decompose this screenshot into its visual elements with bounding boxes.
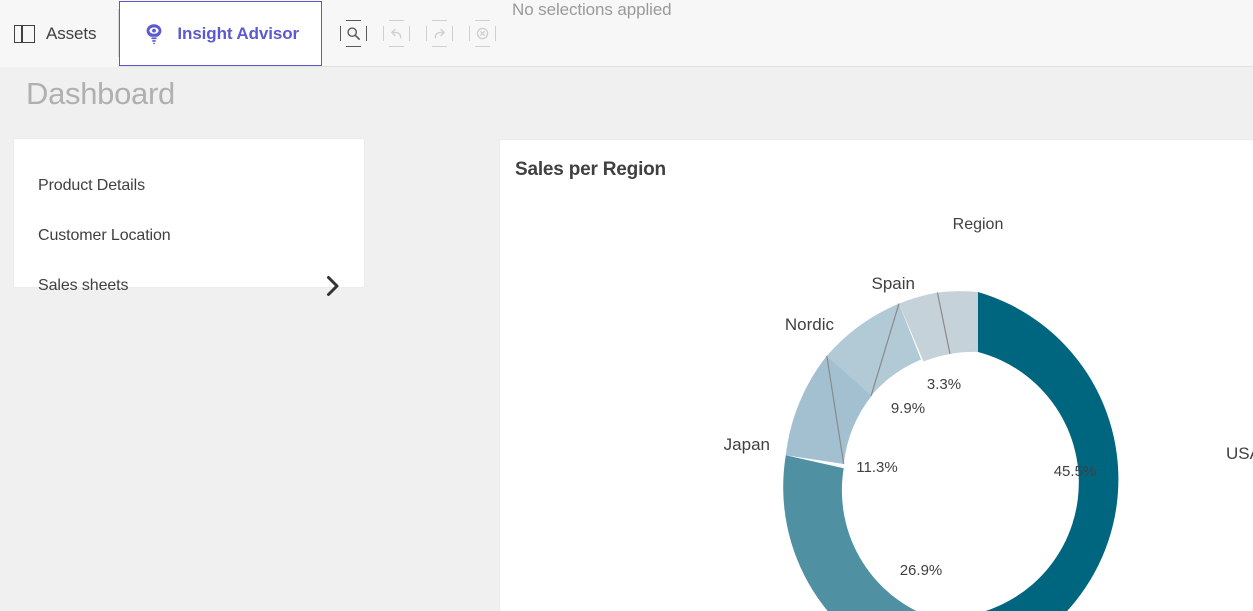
slice-value-nordic: 9.9% [891,400,925,417]
donut-chart[interactable]: Region USA Japan Nordic Spain 4 [500,140,1253,611]
chart-card[interactable]: Sales per Region Region USA Japan [499,139,1253,611]
slice-label-japan: Japan [724,435,770,454]
chart-dimension-title: Region [953,216,1004,233]
selections-status-text: No selections applied [512,0,672,66]
step-back-button[interactable] [383,20,410,47]
nav-item-label: Customer Location [38,227,171,245]
slice-label-nordic: Nordic [785,315,835,334]
top-toolbar: Assets Insight Advisor [0,0,1253,67]
slice-value-spain: 3.3% [927,376,961,393]
panel-icon [14,25,35,43]
slice-label-usa: USA [1226,444,1253,463]
nav-item-customer-location[interactable]: Customer Location [14,211,364,261]
tab-insight-advisor[interactable]: Insight Advisor [119,1,322,66]
slice-region-5[interactable] [783,455,939,611]
slice-label-spain: Spain [872,274,915,293]
slice-value-japan: 11.3% [856,459,897,476]
search-icon [346,26,361,41]
nav-item-label: Product Details [38,177,145,195]
tab-assets[interactable]: Assets [0,0,118,67]
nav-item-label: Sales sheets [38,277,128,295]
nav-item-sales-sheets[interactable]: Sales sheets [14,261,364,311]
chevron-right-icon [325,274,342,298]
donut-slices[interactable] [783,291,1118,611]
selection-toolbar [340,0,496,66]
clear-selections-button[interactable] [469,20,496,47]
slice-value-region-5: 26.9% [900,562,943,579]
nav-item-product-details[interactable]: Product Details [14,161,364,211]
lightbulb-eye-icon [142,22,166,46]
slice-value-usa: 45.5% [1054,463,1097,480]
step-forward-button[interactable] [426,20,453,47]
selections-search-button[interactable] [340,20,367,47]
tab-insight-advisor-label: Insight Advisor [177,24,299,44]
clear-circle-icon [475,26,490,41]
redo-arrow-icon [432,26,447,41]
navigation-card: Product Details Customer Location Sales … [13,138,365,288]
tab-assets-label: Assets [46,24,96,44]
undo-arrow-icon [389,26,404,41]
page-title: Dashboard [26,76,175,112]
